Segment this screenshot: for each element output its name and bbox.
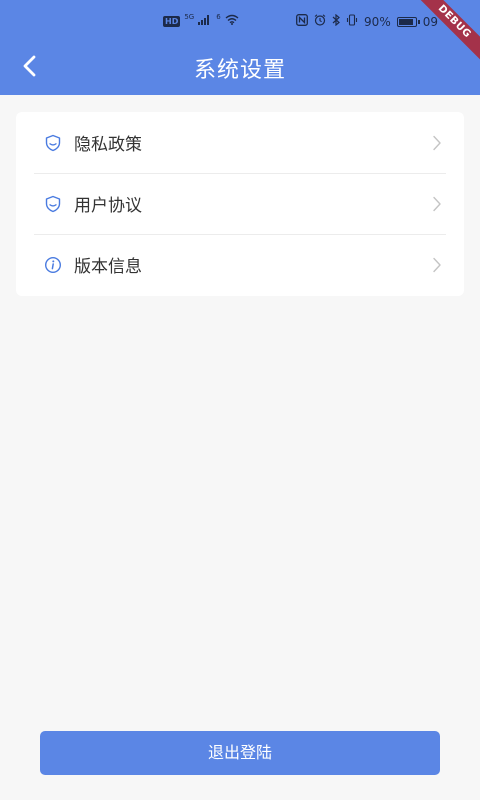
battery-icon — [396, 16, 420, 27]
header: HD 5G 6 90% 09 系统设置 — [0, 0, 480, 95]
battery-fill — [398, 18, 413, 25]
settings-item-version-info[interactable]: 版本信息 — [16, 234, 464, 295]
network-type-label: 5G — [184, 13, 195, 21]
shield-icon — [42, 132, 64, 154]
vibrate-icon — [346, 14, 358, 29]
settings-card: 隐私政策 用户协议 版本信息 — [16, 112, 464, 296]
hd-badge: HD — [163, 15, 181, 27]
clock: 09 — [422, 14, 438, 29]
bluetooth-icon — [332, 13, 340, 29]
info-icon — [42, 254, 64, 276]
shield-icon — [42, 193, 64, 215]
settings-item-label: 用户协议 — [74, 196, 142, 216]
chevron-right-icon — [430, 257, 444, 273]
settings-item-label: 隐私政策 — [74, 135, 142, 155]
settings-item-user-agreement[interactable]: 用户协议 — [16, 173, 464, 234]
app-bar: 系统设置 — [0, 44, 480, 95]
status-right: 90% 09 — [296, 13, 438, 29]
page-title: 系统设置 — [193, 58, 286, 83]
settings-item-label: 版本信息 — [74, 257, 142, 277]
alarm-icon — [314, 14, 326, 29]
nfc-icon — [296, 14, 308, 29]
logout-button[interactable]: 退出登陆 — [40, 731, 440, 775]
app-screen: HD 5G 6 90% 09 系统设置 DEBUG 隐私政策 用户协议 版本信息… — [0, 0, 480, 800]
wifi-icon — [225, 14, 239, 28]
settings-item-privacy-policy[interactable]: 隐私政策 — [16, 112, 464, 173]
battery-percent: 90% — [364, 14, 391, 29]
status-bar: HD 5G 6 90% 09 — [0, 0, 480, 44]
chevron-right-icon — [430, 135, 444, 151]
status-left: HD 5G 6 — [163, 13, 239, 28]
cell-signal-icon — [198, 14, 212, 28]
chevron-right-icon — [430, 196, 444, 212]
wifi-label: 6 — [216, 13, 221, 21]
